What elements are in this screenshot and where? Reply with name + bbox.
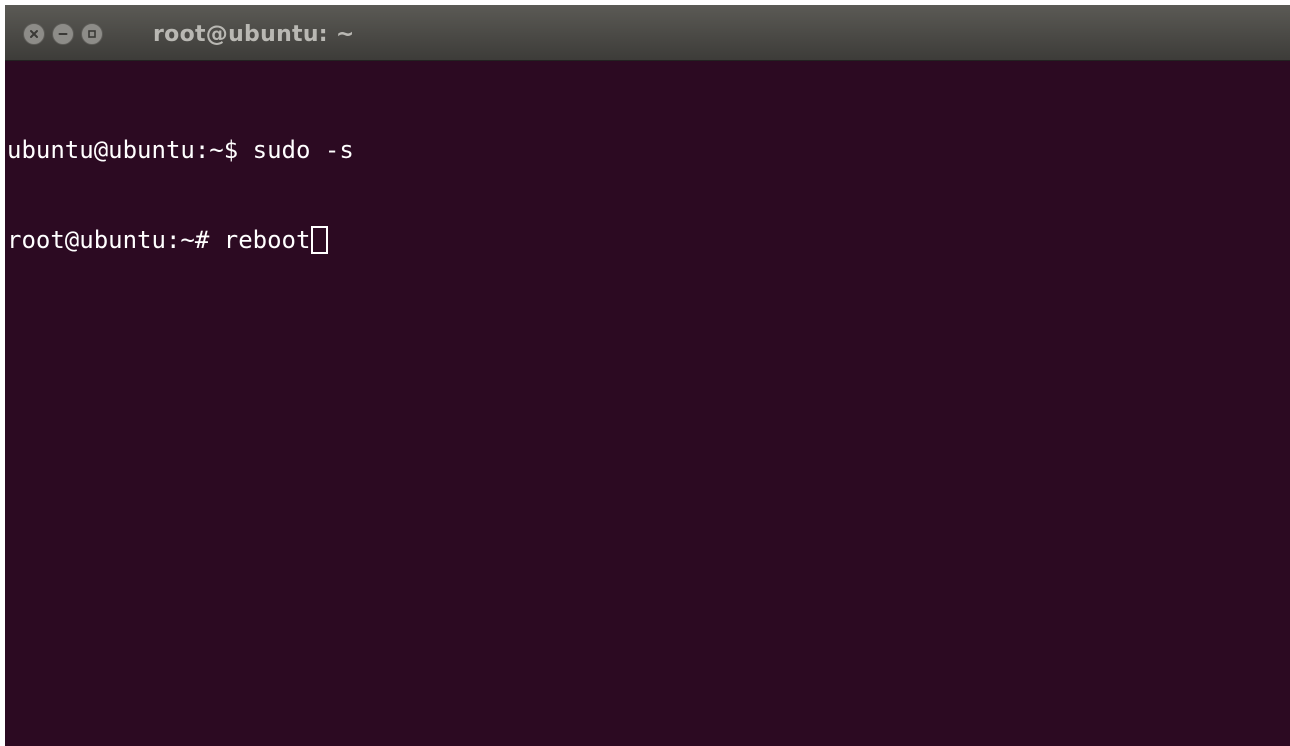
terminal-line: root@ubuntu:~# reboot xyxy=(7,225,1290,255)
window-title: root@ubuntu: ~ xyxy=(153,22,355,47)
shell-command: reboot xyxy=(223,226,311,254)
shell-command: sudo -s xyxy=(252,136,354,164)
terminal-window: root@ubuntu: ~ ubuntu@ubuntu:~$ sudo -s … xyxy=(5,5,1290,746)
terminal-output[interactable]: ubuntu@ubuntu:~$ sudo -s root@ubuntu:~# … xyxy=(7,75,1290,315)
terminal-line: ubuntu@ubuntu:~$ sudo -s xyxy=(7,135,1290,165)
text-cursor xyxy=(311,226,329,254)
title-bar[interactable]: root@ubuntu: ~ xyxy=(5,5,1290,61)
minimize-icon[interactable] xyxy=(52,23,74,45)
maximize-icon[interactable] xyxy=(81,23,103,45)
shell-prompt: root@ubuntu:~# xyxy=(7,226,224,254)
close-icon[interactable] xyxy=(23,23,45,45)
window-controls xyxy=(23,23,103,47)
shell-prompt: ubuntu@ubuntu:~$ xyxy=(7,136,253,164)
